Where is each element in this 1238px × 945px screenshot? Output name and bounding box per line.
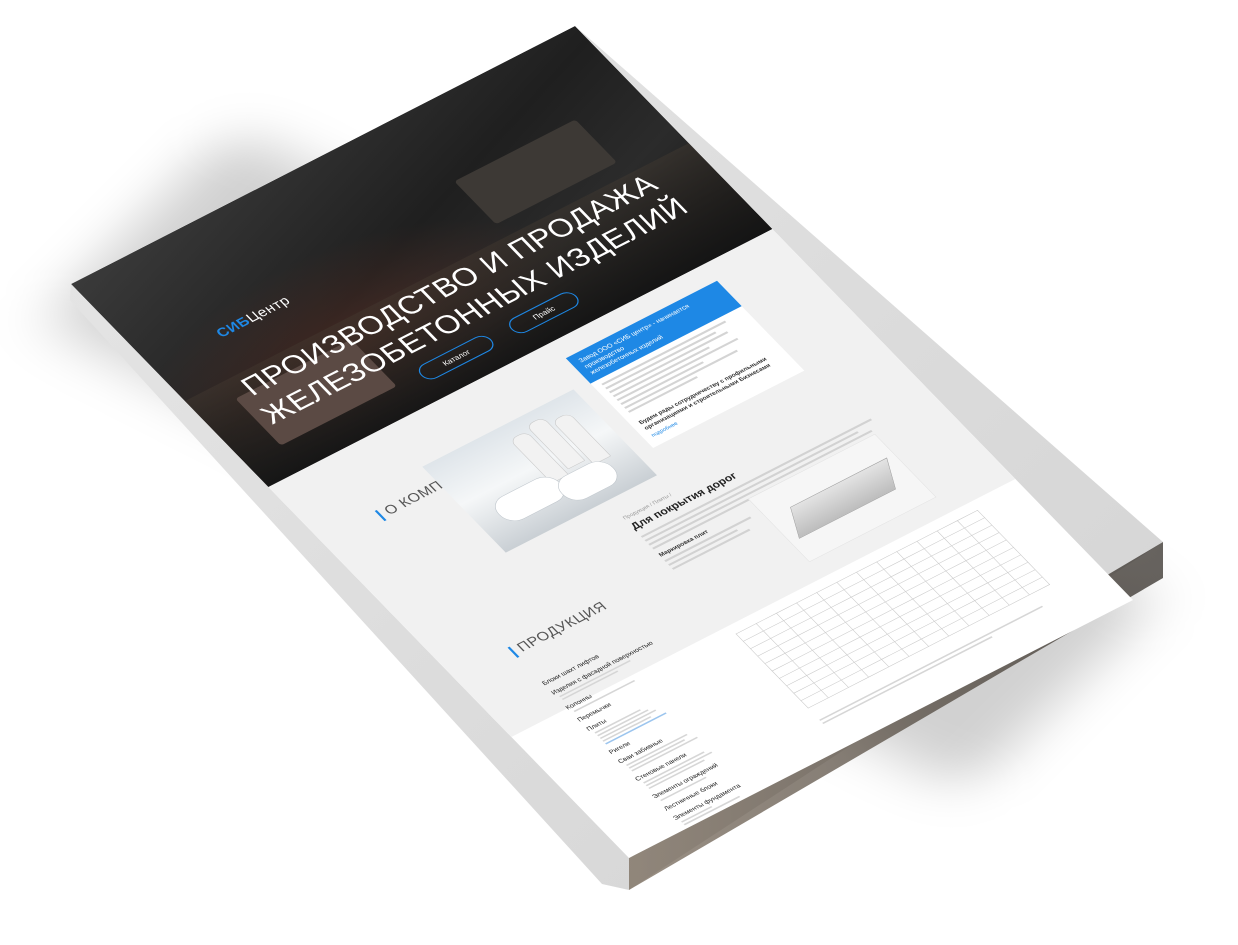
site-logo[interactable]: СИБЦентр [212,293,294,341]
main-nav [282,251,375,298]
logo-rest: Центр [242,292,294,326]
mockup-scene: СИБЦентр ПРОИЗВОДСТВО И ПРОДАЖА ЖЕЛЕЗОБЕ… [0,0,1238,945]
